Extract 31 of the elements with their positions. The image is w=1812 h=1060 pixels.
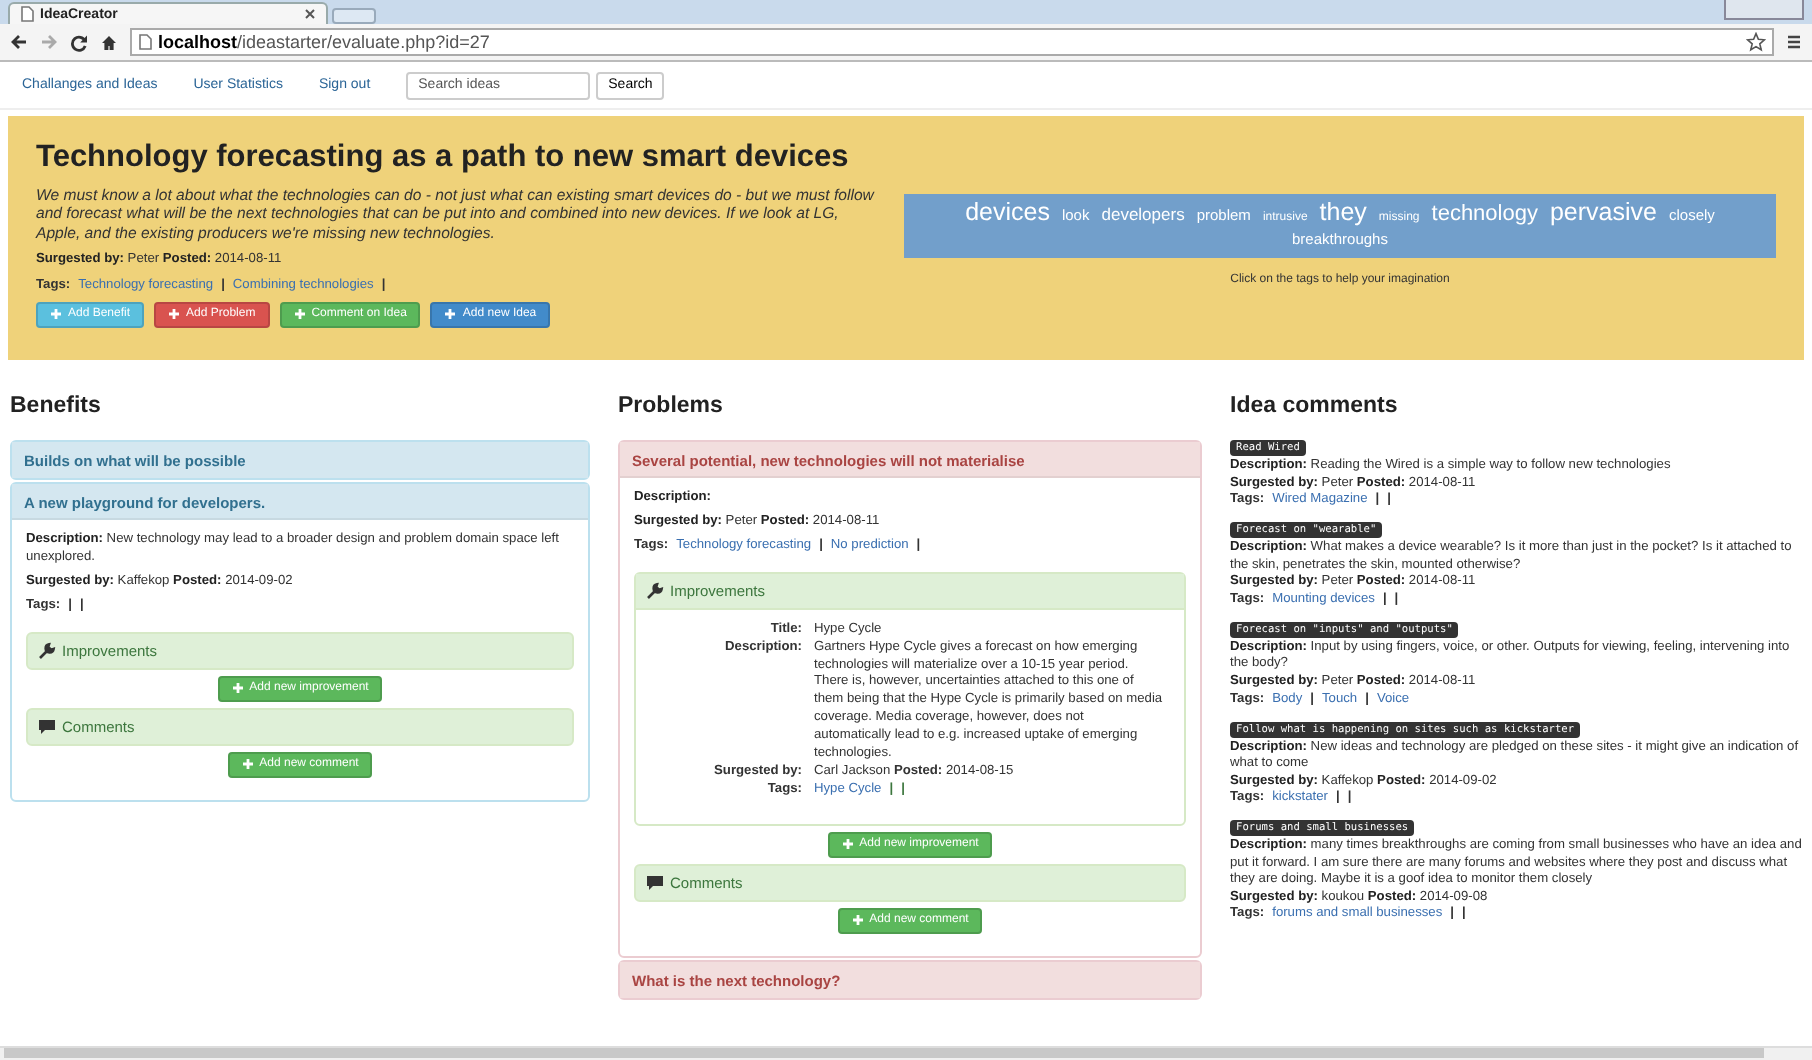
- back-icon[interactable]: [10, 34, 28, 50]
- horizontal-scrollbar[interactable]: [0, 1046, 1812, 1060]
- cloud-tag[interactable]: technology: [1431, 202, 1538, 228]
- speech-bubble-icon: [646, 873, 664, 892]
- menu-icon[interactable]: [1786, 34, 1802, 50]
- cloud-tag[interactable]: devices: [965, 198, 1050, 227]
- plus-icon: [444, 308, 457, 321]
- reload-icon[interactable]: [70, 33, 88, 51]
- column-heading: Idea comments: [1230, 394, 1400, 418]
- column-heading: Problems: [618, 394, 725, 418]
- plus-icon: [168, 308, 181, 321]
- plus-icon: [841, 838, 854, 851]
- column-heading: Benefits: [10, 394, 103, 418]
- address-bar[interactable]: localhost/ideastarter/evaluate.php?id=27: [130, 28, 1774, 56]
- idea-title: Technology forecasting as a path to new smart devices: [36, 140, 851, 176]
- url-text: localhost/ideastarter/evaluate.php?id=27: [158, 32, 492, 52]
- plus-icon: [231, 682, 244, 695]
- wrench-icon: [38, 641, 56, 660]
- cloud-tag[interactable]: they: [1319, 198, 1367, 227]
- home-icon[interactable]: [100, 33, 118, 51]
- cloud-tag[interactable]: developers: [1101, 206, 1185, 226]
- plus-icon: [293, 308, 306, 321]
- plus-icon: [50, 308, 62, 321]
- plus-icon: [851, 914, 864, 927]
- speech-bubble-icon: [38, 717, 56, 736]
- cloud-tag[interactable]: pervasive: [1549, 198, 1657, 227]
- star-icon[interactable]: [1746, 32, 1766, 52]
- wrench-icon: [646, 581, 664, 600]
- plus-icon: [241, 758, 254, 771]
- page-icon: [138, 34, 152, 50]
- close-icon[interactable]: [304, 8, 316, 20]
